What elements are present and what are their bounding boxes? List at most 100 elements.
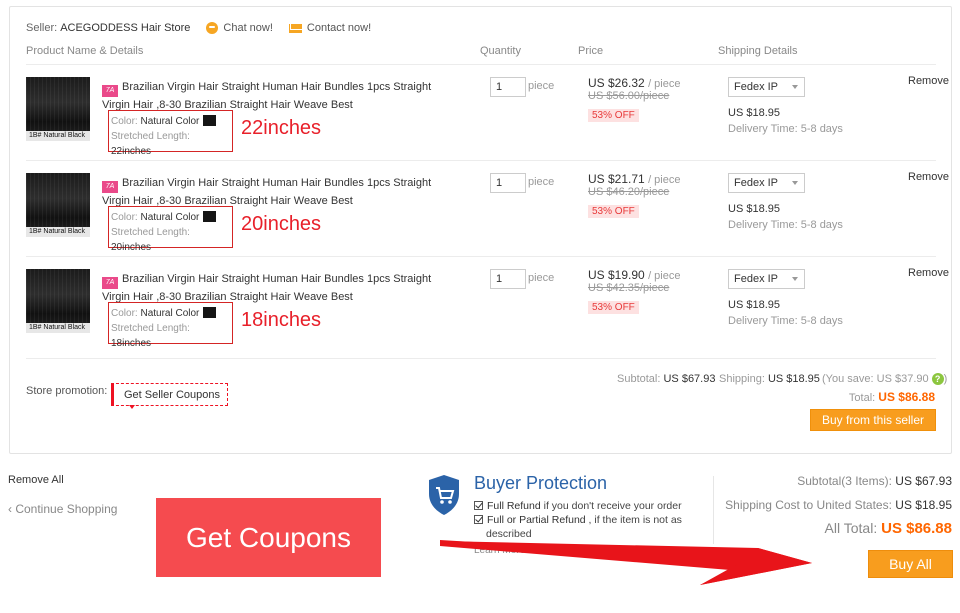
column-header-product: Product Name & Details [26,45,144,57]
shield-cart-icon [429,475,459,515]
original-price: US $46.20/piece [588,186,670,198]
color-value: Natural Color [140,116,200,127]
protection-item: Full Refund if you don't receive your or… [474,499,682,513]
color-swatch [203,211,217,222]
order-shipping: Shipping Cost to United States: US $18.9… [725,498,952,512]
chat-now-label: Chat now! [223,22,273,34]
cart-item: 1B# Natural Black 7A Brazilian Virgin Hai… [26,256,949,352]
price-value: US $21.71 [588,172,645,186]
protection-item-bold: Full Refund [487,500,541,512]
product-thumbnail[interactable]: 1B# Natural Black [26,269,90,333]
thumbnail-caption: 1B# Natural Black [26,227,90,237]
column-header-quantity: Quantity [480,45,521,57]
unit-price: US $19.90 / piece [588,268,680,282]
unit-price: US $21.71 / piece [588,172,680,186]
discount-badge: 53% OFF [588,301,639,314]
order-subtotal-value: US $67.93 [895,474,952,488]
you-save-text: (You save: US $37.90 [822,373,929,385]
seller-line: Seller: ACEGODDESS Hair Store Chat now! … [26,22,371,34]
length-label: Stretched Length: [111,131,190,142]
divider [713,476,714,544]
help-icon[interactable]: ? [931,373,944,385]
length-annotation: 20inches [241,213,322,235]
delivery-time: Delivery Time: 5-8 days [728,123,843,135]
remove-item-button[interactable]: Remove [908,75,949,87]
contact-now-link[interactable]: Contact now! [288,22,372,34]
product-title-text[interactable]: Brazilian Virgin Hair Straight Human Hai… [102,81,431,111]
price-value: US $26.32 [588,76,645,90]
remove-all-link[interactable]: Remove All [8,474,64,486]
protection-item-text: if you don't receive your order [540,500,682,512]
protection-item-line2: described [486,528,532,540]
learn-more-link[interactable]: Learn More ▾ [474,545,533,556]
length-label: Stretched Length: [111,323,190,334]
quantity-unit: piece [528,80,555,92]
thumbnail-caption: 1B# Natural Black [26,131,90,141]
color-swatch [203,307,217,318]
remove-item-button[interactable]: Remove [908,267,949,279]
quantity-input[interactable]: 1 [490,269,526,289]
product-title[interactable]: 7A Brazilian Virgin Hair Straight Human H… [102,79,442,113]
color-label: Color: [111,212,138,223]
order-subtotal: Subtotal(3 Items): US $67.93 [797,474,952,488]
brand-badge-icon: 7A [102,85,118,97]
price-unit: / piece [648,174,681,186]
remove-item-button[interactable]: Remove [908,171,949,183]
protection-item-text: , if the item is not as [585,514,682,526]
shipping-cost: US $18.95 [728,203,780,215]
length-label: Stretched Length: [111,227,190,238]
store-shipping: Shipping: US $18.95 [719,373,820,385]
cart-item: 1B# Natural Black 7A Brazilian Virgin Hai… [26,64,949,160]
product-title-text[interactable]: Brazilian Virgin Hair Straight Human Hai… [102,273,431,303]
order-shipping-label: Shipping Cost to United States: [725,498,892,512]
quantity-unit: piece [528,272,555,284]
seller-name[interactable]: ACEGODDESS Hair Store [60,22,190,34]
price-unit: / piece [648,78,681,90]
shipping-method-select[interactable]: Fedex IP [728,77,805,97]
seller-label: Seller: [26,22,58,34]
seller-cart-panel: Seller: ACEGODDESS Hair Store Chat now! … [9,6,952,454]
quantity-unit: piece [528,176,555,188]
store-subtotal: Subtotal: US $67.93 [617,373,715,385]
original-price: US $56.00/piece [588,90,670,102]
you-save-close: ) [943,373,948,385]
product-title-text[interactable]: Brazilian Virgin Hair Straight Human Hai… [102,177,431,207]
chat-now-link[interactable]: Chat now! [206,22,273,34]
color-value: Natural Color [140,212,200,223]
checkbox-checked-icon [474,515,483,524]
product-title[interactable]: 7A Brazilian Virgin Hair Straight Human H… [102,271,442,305]
buy-from-this-seller-button[interactable]: Buy from this seller [810,409,936,431]
buy-all-button[interactable]: Buy All [868,550,953,578]
column-header-price: Price [578,45,604,57]
delivery-time: Delivery Time: 5-8 days [728,219,843,231]
cart-item: 1B# Natural Black 7A Brazilian Virgin Hai… [26,160,949,256]
chat-icon [206,22,219,34]
brand-badge-icon: 7A [102,277,118,289]
shipping-method-select[interactable]: Fedex IP [728,269,805,289]
get-seller-coupons-button[interactable]: Get Seller Coupons [111,383,228,409]
product-thumbnail[interactable]: 1B# Natural Black [26,173,90,237]
continue-shopping-link[interactable]: ‹ Continue Shopping [8,502,117,516]
price-value: US $19.90 [588,268,645,282]
thumbnail-caption: 1B# Natural Black [26,323,90,333]
product-thumbnail[interactable]: 1B# Natural Black [26,77,90,141]
quantity-input[interactable]: 1 [490,77,526,97]
shipping-method-select[interactable]: Fedex IP [728,173,805,193]
product-title[interactable]: 7A Brazilian Virgin Hair Straight Human H… [102,175,442,209]
total-value: US $86.88 [878,390,935,404]
checkbox-checked-icon [474,501,483,510]
shipping-cost: US $18.95 [728,299,780,311]
unit-price: US $26.32 / piece [588,76,680,90]
original-price: US $42.35/piece [588,282,670,294]
caret-down-icon [129,405,135,409]
contact-now-label: Contact now! [306,22,372,34]
discount-badge: 53% OFF [588,109,639,122]
all-total-label: All Total: [824,520,878,536]
shipping-cost: US $18.95 [728,107,780,119]
subtotal-label: Subtotal: [617,373,661,385]
divider [26,358,936,359]
length-annotation: 18inches [241,309,322,331]
order-all-total: All Total: US $86.88 [825,520,952,537]
quantity-input[interactable]: 1 [490,173,526,193]
all-total-value: US $86.88 [881,520,952,537]
